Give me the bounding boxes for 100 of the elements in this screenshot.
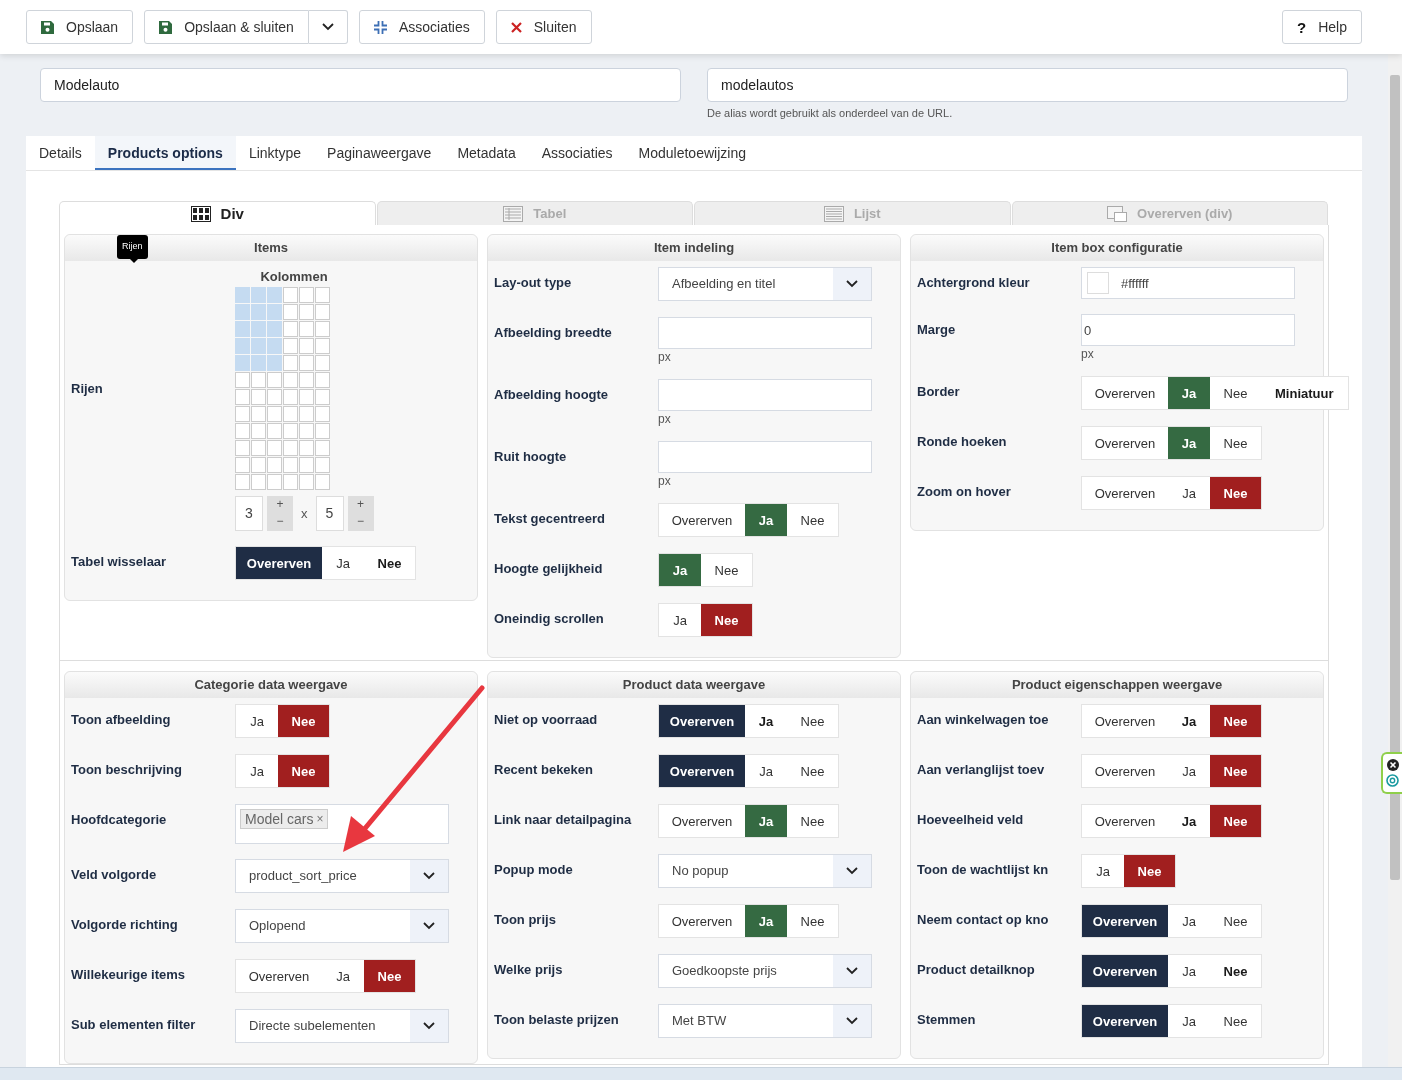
grid-cell[interactable] [267, 287, 282, 303]
toggle-option[interactable]: Nee [1210, 755, 1261, 787]
associations-button[interactable]: Associaties [358, 10, 485, 44]
toggle-option[interactable]: Miniatuur [1261, 377, 1348, 409]
toggle-option[interactable]: Ja [1168, 705, 1210, 737]
tab[interactable]: Paginaweergave [314, 136, 445, 170]
select-field[interactable]: Goedkoopste prijs [658, 954, 872, 988]
grid-cell[interactable] [315, 304, 330, 320]
toggle-option[interactable]: Overerven [1082, 477, 1168, 509]
grid-cell[interactable] [299, 389, 314, 405]
grid-cell[interactable] [299, 372, 314, 388]
remove-icon[interactable]: × [316, 812, 324, 826]
toggle-option[interactable]: Ja [1168, 1005, 1210, 1037]
color-field[interactable]: #ffffff [1081, 267, 1295, 299]
toggle-option[interactable]: Nee [787, 805, 838, 837]
toggle-option[interactable]: Overerven [659, 755, 745, 787]
dropdown-button[interactable] [308, 10, 348, 44]
toggle-option[interactable]: Overerven [1082, 705, 1168, 737]
input-field[interactable] [658, 317, 872, 349]
grid-cell[interactable] [299, 474, 314, 490]
tab[interactable]: Moduletoewijzing [625, 136, 759, 170]
toggle-option[interactable]: Ja [236, 755, 278, 787]
grid-cell[interactable] [299, 423, 314, 439]
grid-cell[interactable] [251, 372, 266, 388]
toggle-option[interactable]: Overerven [1082, 755, 1168, 787]
toggle-option[interactable]: Overerven [1082, 955, 1168, 987]
grid-cell[interactable] [283, 474, 298, 490]
toggle-option[interactable]: Nee [1210, 705, 1261, 737]
grid-cell[interactable] [315, 406, 330, 422]
input-field[interactable] [658, 441, 872, 473]
toggle-option[interactable]: Ja [236, 705, 278, 737]
tag-chip[interactable]: Model cars × [240, 809, 329, 829]
toggle-option[interactable]: Ja [1168, 955, 1210, 987]
toggle-option[interactable]: Ja [322, 547, 364, 579]
grid-cell[interactable] [267, 406, 282, 422]
grid-cell[interactable] [267, 372, 282, 388]
grid-cell[interactable] [235, 321, 250, 337]
toggle-option[interactable]: Nee [1210, 1005, 1261, 1037]
toggle-option[interactable]: Nee [364, 547, 415, 579]
tab[interactable]: Details [26, 136, 95, 170]
grid-cell[interactable] [283, 287, 298, 303]
grid-cell[interactable] [235, 372, 250, 388]
toggle-option[interactable]: Nee [1124, 855, 1175, 887]
toggle-option[interactable]: Ja [745, 905, 787, 937]
tab[interactable]: Metadata [444, 136, 529, 170]
grid-cell[interactable] [251, 321, 266, 337]
toggle-option[interactable]: Nee [701, 604, 752, 636]
grid-cell[interactable] [235, 406, 250, 422]
toggle-option[interactable]: Overerven [1082, 805, 1168, 837]
toggle-option[interactable]: Nee [1210, 955, 1261, 987]
select-field[interactable]: Oplopend [235, 909, 449, 943]
toggle-option[interactable]: Overerven [659, 504, 745, 536]
grid-cell[interactable] [267, 355, 282, 371]
toggle-option[interactable]: Ja [659, 604, 701, 636]
toggle-option[interactable]: Overerven [1082, 1005, 1168, 1037]
grid-cell[interactable] [251, 304, 266, 320]
input-field[interactable]: 0 [1081, 314, 1295, 346]
grid-cell[interactable] [235, 474, 250, 490]
grid-cell[interactable] [267, 389, 282, 405]
toggle-option[interactable]: Nee [787, 755, 838, 787]
select-field[interactable]: Met BTW [658, 1004, 872, 1038]
toggle-option[interactable]: Ja [1168, 755, 1210, 787]
grid-cell[interactable] [283, 355, 298, 371]
grid-cell[interactable] [299, 338, 314, 354]
toggle-option[interactable]: Nee [701, 554, 752, 586]
grid-cell[interactable] [267, 304, 282, 320]
grid-cell[interactable] [283, 440, 298, 456]
toggle-option[interactable]: Overerven [659, 705, 745, 737]
stepper[interactable]: + − [267, 496, 293, 531]
grid-cell[interactable] [267, 338, 282, 354]
grid-cell[interactable] [267, 457, 282, 473]
toggle-option[interactable]: Nee [787, 905, 838, 937]
grid-cell[interactable] [251, 457, 266, 473]
grid-cell[interactable] [283, 389, 298, 405]
toggle-option[interactable]: Overerven [1082, 377, 1168, 409]
scrollbar-thumb[interactable] [1390, 75, 1400, 880]
grid-cell[interactable] [235, 389, 250, 405]
grid-cell[interactable] [251, 440, 266, 456]
toggle-option[interactable]: Nee [1210, 905, 1261, 937]
toggle-option[interactable]: Overerven [236, 960, 322, 992]
select-field[interactable]: Directe subelementen [235, 1009, 449, 1043]
grid-cell[interactable] [315, 474, 330, 490]
grid-cell[interactable] [267, 423, 282, 439]
toggle-option[interactable]: Ja [1082, 855, 1124, 887]
toggle-option[interactable]: Nee [1210, 427, 1261, 459]
toggle-option[interactable]: Overerven [659, 805, 745, 837]
grid-cell[interactable] [235, 423, 250, 439]
title-field[interactable]: Modelauto [40, 68, 681, 102]
toggle-option[interactable]: Ja [322, 960, 364, 992]
grid-cell[interactable] [235, 304, 250, 320]
grid-cell[interactable] [267, 440, 282, 456]
grid-cell[interactable] [251, 423, 266, 439]
grid-cell[interactable] [315, 338, 330, 354]
grid-cell[interactable] [251, 338, 266, 354]
tab[interactable]: Associaties [528, 136, 626, 170]
toggle-option[interactable]: Overerven [236, 547, 322, 579]
toggle-option[interactable]: Nee [1210, 805, 1261, 837]
toggle-option[interactable]: Nee [1210, 477, 1261, 509]
toggle-option[interactable]: Nee [787, 705, 838, 737]
grid-cell[interactable] [267, 321, 282, 337]
